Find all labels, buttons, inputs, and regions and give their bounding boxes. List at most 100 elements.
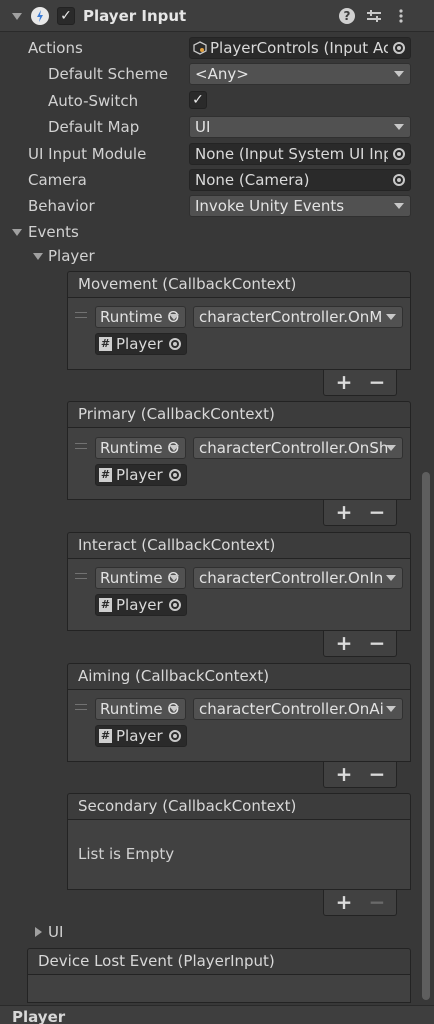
more-options-icon[interactable] — [393, 8, 409, 24]
events-foldout-icon[interactable] — [12, 229, 22, 236]
remove-button[interactable]: − — [362, 500, 392, 524]
secondary-list-controls: + − — [323, 890, 397, 916]
default-map-dropdown[interactable]: UI — [189, 116, 411, 138]
primary-event-header: Primary (CallbackContext) — [67, 401, 411, 428]
add-button[interactable]: + — [329, 631, 359, 655]
presets-icon[interactable] — [366, 8, 382, 24]
footer-label: Player — [12, 1008, 66, 1024]
runtime-value: Runtime O — [100, 308, 180, 326]
list-empty-text: List is Empty — [78, 845, 175, 863]
runtime-dropdown[interactable]: Runtime O — [95, 698, 186, 720]
drag-handle-icon[interactable] — [75, 573, 87, 579]
behavior-dropdown[interactable]: Invoke Unity Events — [189, 195, 411, 217]
object-picker-icon[interactable] — [164, 595, 186, 615]
remove-button[interactable]: − — [362, 370, 392, 394]
collapse-arrow-icon[interactable] — [12, 13, 22, 20]
player-input-icon — [31, 7, 49, 25]
aiming-event-header: Aiming (CallbackContext) — [67, 663, 411, 690]
drag-handle-icon[interactable] — [75, 312, 87, 318]
actions-label: Actions — [28, 39, 83, 57]
add-button[interactable]: + — [329, 370, 359, 394]
auto-switch-label: Auto-Switch — [48, 92, 139, 110]
interact-list-controls: + − — [323, 631, 397, 657]
chevron-down-icon — [386, 445, 396, 451]
ui-input-module-picker-icon[interactable] — [388, 144, 410, 164]
auto-switch-checkbox[interactable]: ✓ — [189, 91, 207, 109]
behavior-value: Invoke Unity Events — [195, 197, 345, 215]
chevron-down-icon — [394, 124, 404, 130]
target-object-value: Player — [116, 596, 163, 614]
default-scheme-label: Default Scheme — [48, 65, 168, 83]
movement-event-header: Movement (CallbackContext) — [67, 271, 411, 298]
add-button[interactable]: + — [329, 500, 359, 524]
add-button[interactable]: + — [329, 762, 359, 786]
script-icon: # — [99, 337, 112, 351]
function-dropdown[interactable]: characterController.OnAi — [193, 698, 403, 720]
default-scheme-dropdown[interactable]: <Any> — [189, 63, 411, 85]
target-object-field[interactable]: # Player — [95, 725, 187, 747]
events-label[interactable]: Events — [28, 219, 79, 245]
ui-group-label[interactable]: UI — [48, 919, 63, 945]
runtime-value: Runtime O — [100, 700, 180, 718]
ui-input-module-value: None (Input System UI Inpu — [195, 145, 403, 163]
scrollbar-thumb[interactable] — [422, 472, 430, 1000]
object-picker-icon[interactable] — [164, 726, 186, 746]
ui-foldout-icon[interactable] — [35, 927, 42, 937]
secondary-event-body: List is Empty — [67, 820, 411, 890]
runtime-dropdown[interactable]: Runtime O — [95, 567, 186, 589]
runtime-dropdown[interactable]: Runtime O — [95, 437, 186, 459]
input-actions-asset-icon — [193, 41, 207, 55]
chevron-down-icon — [169, 575, 179, 581]
chevron-down-icon — [169, 314, 179, 320]
chevron-down-icon — [394, 71, 404, 77]
remove-button[interactable]: − — [362, 762, 392, 786]
chevron-down-icon — [386, 575, 396, 581]
object-picker-icon[interactable] — [164, 465, 186, 485]
aiming-list-controls: + − — [323, 762, 397, 788]
script-icon: # — [99, 598, 112, 612]
help-icon[interactable]: ? — [339, 8, 355, 24]
function-value: characterController.OnM — [199, 308, 383, 326]
camera-label: Camera — [28, 171, 87, 189]
movement-list-controls: + − — [323, 370, 397, 396]
target-object-field[interactable]: # Player — [95, 464, 187, 486]
function-value: characterController.OnIn — [199, 569, 384, 587]
target-object-field[interactable]: # Player — [95, 333, 187, 355]
drag-handle-icon[interactable] — [75, 443, 87, 449]
target-object-field[interactable]: # Player — [95, 594, 187, 616]
function-value: characterController.OnSh — [199, 439, 389, 457]
actions-field[interactable]: PlayerControls (Input Ac — [189, 37, 411, 59]
runtime-dropdown[interactable]: Runtime O — [95, 306, 186, 328]
target-object-value: Player — [116, 727, 163, 745]
interact-event-header: Interact (CallbackContext) — [67, 532, 411, 559]
chevron-down-icon — [394, 203, 404, 209]
remove-button[interactable]: − — [362, 631, 392, 655]
component-header: ✓ Player Input ? — [0, 0, 434, 32]
camera-field[interactable]: None (Camera) — [189, 169, 411, 191]
ui-input-module-label: UI Input Module — [28, 145, 147, 163]
secondary-event-header: Secondary (CallbackContext) — [67, 793, 411, 820]
behavior-label: Behavior — [28, 197, 95, 215]
function-dropdown[interactable]: characterController.OnSh — [193, 437, 403, 459]
runtime-value: Runtime O — [100, 439, 180, 457]
ui-input-module-field[interactable]: None (Input System UI Inpu — [189, 143, 411, 165]
actions-object-picker-icon[interactable] — [388, 38, 410, 58]
script-icon: # — [99, 468, 112, 482]
component-enabled-checkbox[interactable]: ✓ — [57, 7, 75, 25]
function-dropdown[interactable]: characterController.OnM — [193, 306, 403, 328]
camera-value: None (Camera) — [195, 171, 310, 189]
player-foldout-icon[interactable] — [33, 253, 43, 260]
default-map-label: Default Map — [48, 118, 140, 136]
drag-handle-icon[interactable] — [75, 704, 87, 710]
default-map-value: UI — [195, 118, 211, 136]
object-picker-icon[interactable] — [164, 334, 186, 354]
chevron-down-icon — [169, 706, 179, 712]
device-lost-event-header: Device Lost Event (PlayerInput) — [27, 948, 411, 975]
script-icon: # — [99, 729, 112, 743]
default-scheme-value: <Any> — [195, 65, 249, 83]
add-button[interactable]: + — [329, 890, 359, 914]
function-value: characterController.OnAi — [199, 700, 384, 718]
function-dropdown[interactable]: characterController.OnIn — [193, 567, 403, 589]
player-group-label[interactable]: Player — [48, 243, 95, 269]
camera-picker-icon[interactable] — [388, 170, 410, 190]
